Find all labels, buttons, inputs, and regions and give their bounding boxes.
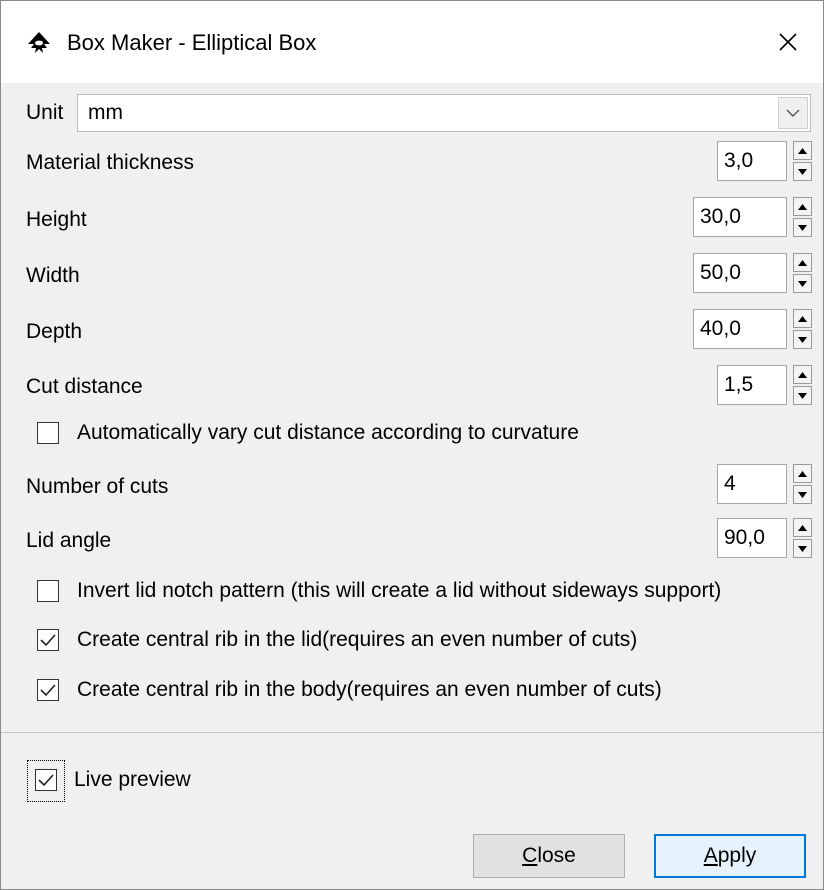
depth-value: 40,0: [700, 317, 741, 340]
apply-mnemonic: A: [703, 844, 718, 867]
checkmark-icon: [40, 684, 56, 697]
invert-lid-notch-label: Invert lid notch pattern (this will crea…: [77, 579, 722, 602]
central-rib-lid-checkbox[interactable]: [37, 629, 59, 651]
height-label: Height: [26, 208, 87, 231]
window-title: Box Maker - Elliptical Box: [67, 30, 317, 55]
apply-label: pply: [717, 844, 757, 867]
number-of-cuts-stepper[interactable]: [793, 464, 812, 504]
separator: [1, 732, 823, 733]
invert-lid-notch-checkbox[interactable]: [37, 580, 59, 602]
cut-distance-value: 1,5: [724, 373, 754, 396]
arrow-up-icon: [798, 315, 807, 322]
step-down-button[interactable]: [793, 485, 812, 504]
step-up-button[interactable]: [793, 518, 812, 537]
height-value: 30,0: [700, 205, 741, 228]
arrow-up-icon: [798, 259, 807, 266]
live-preview-label: Live preview: [74, 768, 191, 791]
step-up-button[interactable]: [793, 365, 812, 384]
close-window-button[interactable]: [753, 1, 823, 83]
step-up-button[interactable]: [793, 464, 812, 483]
width-stepper[interactable]: [793, 253, 812, 293]
step-down-button[interactable]: [793, 386, 812, 405]
arrow-up-icon: [798, 203, 807, 210]
step-up-button[interactable]: [793, 309, 812, 328]
central-rib-body-checkbox[interactable]: [37, 679, 59, 701]
unit-value: mm: [88, 101, 123, 124]
central-rib-body-label: Create central rib in the body(requires …: [77, 678, 662, 701]
dialog-window: Box Maker - Elliptical Box Unit mm Mater…: [0, 0, 824, 890]
close-icon: [779, 33, 797, 51]
step-down-button[interactable]: [793, 162, 812, 181]
arrow-down-icon: [798, 168, 807, 175]
cut-distance-stepper[interactable]: [793, 365, 812, 405]
checkmark-icon: [40, 634, 56, 647]
lid-angle-value: 90,0: [724, 526, 765, 549]
step-down-button[interactable]: [793, 218, 812, 237]
depth-label: Depth: [26, 320, 83, 343]
number-of-cuts-value: 4: [724, 472, 736, 495]
arrow-down-icon: [798, 336, 807, 343]
arrow-down-icon: [798, 280, 807, 287]
height-stepper[interactable]: [793, 197, 812, 237]
lid-angle-input[interactable]: 90,0: [717, 518, 787, 558]
width-value: 50,0: [700, 261, 741, 284]
central-rib-lid-label: Create central rib in the lid(requires a…: [77, 628, 638, 651]
material-thickness-stepper[interactable]: [793, 141, 812, 181]
width-label: Width: [26, 264, 80, 287]
apply-button[interactable]: Apply: [654, 834, 806, 878]
height-input[interactable]: 30,0: [693, 197, 787, 237]
title-bar: Box Maker - Elliptical Box: [1, 1, 823, 83]
arrow-up-icon: [798, 147, 807, 154]
depth-input[interactable]: 40,0: [693, 309, 787, 349]
arrow-up-icon: [798, 371, 807, 378]
material-thickness-value: 3,0: [724, 149, 754, 172]
auto-vary-cut-distance-checkbox[interactable]: [37, 422, 59, 444]
number-of-cuts-input[interactable]: 4: [717, 464, 787, 504]
cut-distance-label: Cut distance: [26, 375, 143, 398]
arrow-down-icon: [798, 392, 807, 399]
chevron-down-icon: [786, 109, 800, 117]
depth-stepper[interactable]: [793, 309, 812, 349]
cut-distance-input[interactable]: 1,5: [717, 365, 787, 405]
lid-angle-label: Lid angle: [26, 529, 112, 552]
arrow-down-icon: [798, 224, 807, 231]
checkmark-icon: [38, 774, 54, 787]
material-thickness-label: Material thickness: [26, 151, 195, 174]
arrow-up-icon: [798, 524, 807, 531]
step-down-button[interactable]: [793, 539, 812, 558]
close-label: lose: [537, 844, 576, 867]
close-button[interactable]: Close: [473, 834, 625, 878]
unit-dropdown-button[interactable]: [778, 97, 808, 129]
arrow-down-icon: [798, 491, 807, 498]
arrow-up-icon: [798, 470, 807, 477]
step-down-button[interactable]: [793, 330, 812, 349]
step-up-button[interactable]: [793, 141, 812, 160]
number-of-cuts-label: Number of cuts: [26, 475, 169, 498]
auto-vary-cut-distance-label: Automatically vary cut distance accordin…: [77, 421, 579, 444]
inkscape-icon: [28, 32, 50, 53]
arrow-down-icon: [798, 545, 807, 552]
step-up-button[interactable]: [793, 197, 812, 216]
close-mnemonic: C: [522, 844, 538, 867]
unit-label: Unit: [26, 101, 64, 124]
unit-select[interactable]: mm: [77, 94, 811, 132]
lid-angle-stepper[interactable]: [793, 518, 812, 558]
live-preview-checkbox[interactable]: [35, 769, 57, 791]
material-thickness-input[interactable]: 3,0: [717, 141, 787, 181]
step-down-button[interactable]: [793, 274, 812, 293]
width-input[interactable]: 50,0: [693, 253, 787, 293]
step-up-button[interactable]: [793, 253, 812, 272]
